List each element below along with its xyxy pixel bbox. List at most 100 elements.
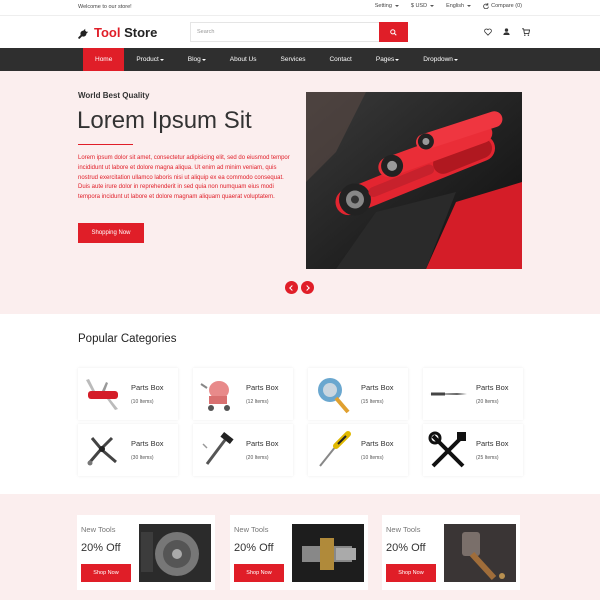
screwdriver-bit-image bbox=[429, 392, 467, 396]
currency-label: $ USD bbox=[410, 3, 428, 9]
shop-now-button[interactable]: Shop Now bbox=[81, 564, 131, 582]
search-button[interactable] bbox=[379, 22, 408, 42]
header: Tool Store bbox=[0, 16, 600, 48]
shop-now-button[interactable]: Shop Now bbox=[386, 564, 436, 582]
heart-icon bbox=[483, 28, 492, 36]
promo-image bbox=[292, 524, 364, 582]
category-name: Parts Box bbox=[361, 383, 394, 392]
screwdriver-image bbox=[319, 431, 351, 467]
logo-text: Tool Store bbox=[94, 25, 157, 40]
category-count: (25 Items) bbox=[476, 455, 499, 461]
nav-item-about-us[interactable]: About Us bbox=[218, 48, 269, 71]
category-name: Parts Box bbox=[131, 383, 164, 392]
category-card[interactable]: Parts Box (10 Items) bbox=[78, 368, 178, 420]
wishlist-button[interactable] bbox=[483, 27, 492, 36]
nav-item-blog[interactable]: Blog bbox=[176, 48, 218, 71]
tape-measure-image bbox=[318, 378, 350, 414]
nav-item-contact[interactable]: Contact bbox=[317, 48, 363, 71]
logo[interactable]: Tool Store bbox=[78, 25, 157, 40]
user-icon bbox=[503, 28, 510, 35]
nav-item-services[interactable]: Services bbox=[269, 48, 318, 71]
hero-slider: World Best Quality Lorem Ipsum Sit Lorem… bbox=[0, 71, 600, 314]
category-name: Parts Box bbox=[476, 383, 509, 392]
brake-disc-image bbox=[139, 524, 211, 582]
language-dropdown[interactable]: English bbox=[446, 3, 472, 9]
category-count: (10 Items) bbox=[361, 455, 384, 461]
chevron-down-icon bbox=[159, 58, 164, 61]
promo-discount: 20% Off bbox=[81, 542, 121, 554]
promo-label: New Tools bbox=[386, 525, 421, 534]
slider-prev-button[interactable] bbox=[285, 281, 298, 294]
pliers-image bbox=[87, 436, 117, 466]
category-card[interactable]: Parts Box (12 Items) bbox=[193, 368, 293, 420]
search-input[interactable] bbox=[191, 23, 379, 41]
setting-label: Setting bbox=[374, 3, 392, 9]
multitool-image bbox=[86, 379, 118, 410]
nav-item-home[interactable]: Home bbox=[83, 48, 125, 71]
hero-image bbox=[306, 92, 522, 269]
chevron-down-icon bbox=[467, 5, 472, 7]
chevron-down-icon bbox=[201, 58, 206, 61]
categories-title: Popular Categories bbox=[78, 333, 177, 345]
category-card[interactable]: Parts Box (30 Items) bbox=[78, 424, 178, 476]
welcome-text: Welcome to our store! bbox=[78, 4, 132, 10]
account-button[interactable] bbox=[502, 27, 511, 36]
nav-label: Pages bbox=[375, 56, 395, 63]
promo-label: New Tools bbox=[81, 525, 116, 534]
hero-description: Lorem ipsum dolor sit amet, consectetur … bbox=[78, 155, 290, 201]
category-card[interactable]: Parts Box (10 Items) bbox=[308, 424, 408, 476]
top-bar: Welcome to our store! Setting $ USD Engl… bbox=[0, 0, 600, 16]
top-menu: Setting $ USD English Compare (0) bbox=[375, 3, 522, 9]
cart-button[interactable] bbox=[521, 27, 530, 36]
category-count: (12 Items) bbox=[246, 399, 269, 405]
category-card[interactable]: Parts Box (25 Items) bbox=[423, 424, 523, 476]
logo-word-store: Store bbox=[124, 25, 158, 40]
promo-label: New Tools bbox=[234, 525, 269, 534]
category-count: (30 Items) bbox=[131, 455, 154, 461]
header-icons bbox=[483, 27, 530, 36]
nav-label: Contact bbox=[329, 56, 352, 63]
wrench-icon bbox=[78, 28, 89, 39]
hammer-image bbox=[202, 431, 234, 465]
categories-grid: Parts Box (10 Items) Parts Box (12 Items… bbox=[78, 364, 524, 478]
slider-controls bbox=[285, 281, 314, 294]
ratchet-wrench-image bbox=[306, 92, 522, 269]
nav-item-pages[interactable]: Pages bbox=[364, 48, 411, 71]
hero-title: Lorem Ipsum Sit bbox=[77, 107, 252, 134]
chevron-down-icon bbox=[395, 58, 400, 61]
nav-label: Product bbox=[136, 56, 159, 63]
shopping-now-button[interactable]: Shopping Now bbox=[78, 223, 144, 243]
category-count: (15 Items) bbox=[361, 399, 384, 405]
compare-link[interactable]: Compare (0) bbox=[483, 3, 522, 9]
chevron-down-icon bbox=[453, 58, 458, 61]
nav-label: Dropdown bbox=[423, 56, 453, 63]
nav-label: About Us bbox=[229, 56, 257, 63]
category-card[interactable]: Parts Box (15 Items) bbox=[308, 368, 408, 420]
search-box bbox=[190, 22, 408, 42]
cement-mixer-image bbox=[200, 381, 230, 411]
setting-dropdown[interactable]: Setting bbox=[375, 3, 399, 9]
hero-subtitle: World Best Quality bbox=[78, 91, 150, 100]
category-name: Parts Box bbox=[246, 383, 279, 392]
mallet-image bbox=[444, 524, 516, 582]
promo-card: New Tools 20% Off Shop Now bbox=[230, 515, 368, 590]
category-card[interactable]: Parts Box (20 Items) bbox=[193, 424, 293, 476]
category-name: Parts Box bbox=[246, 439, 279, 448]
language-label: English bbox=[446, 3, 465, 9]
shop-now-button[interactable]: Shop Now bbox=[234, 564, 284, 582]
refresh-icon bbox=[483, 3, 489, 9]
nav-label: Home bbox=[95, 56, 113, 63]
main-nav: Home Product Blog About Us Services Cont… bbox=[0, 48, 600, 71]
nav-item-product[interactable]: Product bbox=[124, 48, 175, 71]
cart-icon bbox=[521, 27, 530, 36]
currency-dropdown[interactable]: $ USD bbox=[410, 3, 435, 9]
promo-image bbox=[444, 524, 516, 582]
promo-discount: 20% Off bbox=[234, 542, 274, 554]
crossed-tools-image bbox=[428, 431, 466, 468]
category-card[interactable]: Parts Box (20 Items) bbox=[423, 368, 523, 420]
category-name: Parts Box bbox=[361, 439, 394, 448]
slider-next-button[interactable] bbox=[301, 281, 314, 294]
logo-word-tool: Tool bbox=[94, 25, 121, 40]
nav-item-dropdown[interactable]: Dropdown bbox=[411, 48, 470, 71]
promo-card: New Tools 20% Off Shop Now bbox=[77, 515, 215, 590]
